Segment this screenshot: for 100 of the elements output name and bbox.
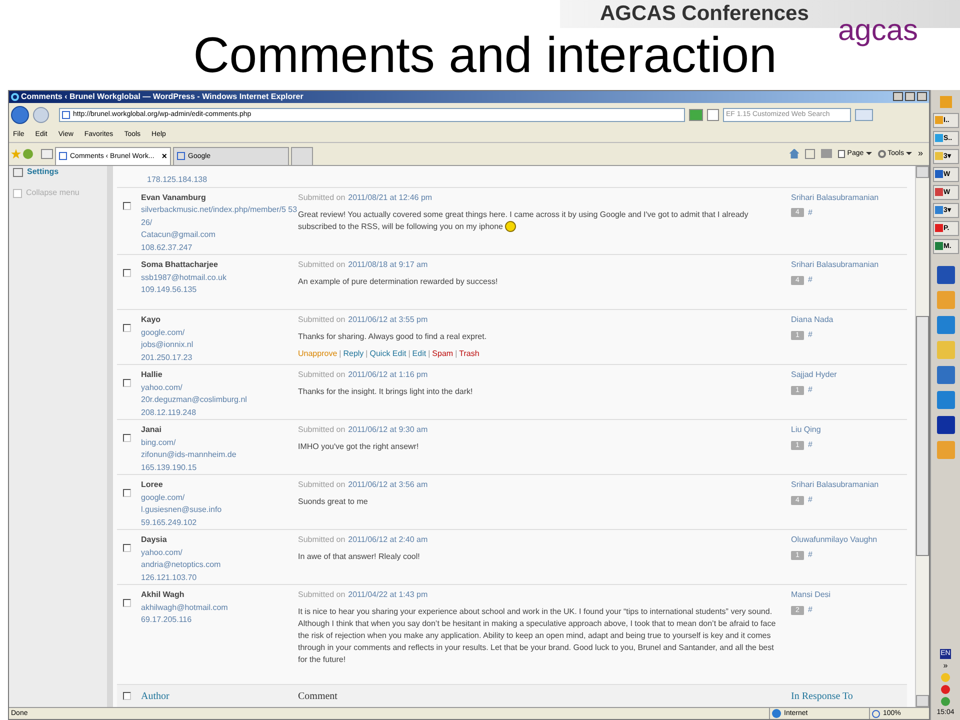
author-link[interactable]: 59.165.249.102 [141, 516, 298, 529]
author-link[interactable]: l.gusiesnen@suse.info [141, 504, 298, 516]
author-name: Daysia [141, 534, 168, 546]
checkbox[interactable] [123, 202, 131, 210]
author-link[interactable]: bing.com/ [141, 436, 298, 449]
submitted-label: Submitted on [298, 314, 346, 326]
comment-date-link[interactable]: 2011/08/18 at 9:17 am [348, 259, 428, 271]
author-link[interactable]: 126.121.103.70 [141, 572, 298, 584]
row-action-link[interactable]: Unapprove [298, 348, 338, 360]
permalink[interactable]: # [808, 274, 812, 286]
app-icon[interactable] [936, 416, 954, 434]
author-link[interactable]: google.com/ [141, 492, 298, 504]
separator: | [339, 348, 342, 360]
author-name: Hallie [141, 369, 164, 381]
permalink[interactable]: # [808, 604, 812, 616]
in-response-to-link[interactable]: Liu Qing [791, 424, 907, 436]
permalink[interactable]: # [808, 494, 812, 506]
show-hidden-icons-button[interactable]: » [943, 662, 948, 670]
permalink[interactable]: # [808, 439, 812, 451]
author-link[interactable]: 20r.deguzman@coslimburg.nl [141, 394, 298, 406]
in-response-to-link[interactable]: Mansi Desi [791, 589, 907, 601]
permalink[interactable]: # [808, 384, 812, 396]
in-response-to-link[interactable]: Diana Nada [791, 314, 907, 326]
row-action-link[interactable]: Reply [343, 348, 364, 360]
comment-date-link[interactable]: 2011/06/12 at 3:56 am [348, 479, 428, 491]
comment-date-link[interactable]: 2011/06/12 at 3:55 pm [348, 314, 428, 326]
comment-text: IMHO you've got the right ansewr! [298, 441, 420, 453]
scroll-thumb[interactable] [916, 316, 929, 556]
checkbox[interactable] [123, 434, 131, 442]
in-response-to-link[interactable]: Srihari Balasubramanian [791, 192, 907, 204]
author-link[interactable]: silverbackmusic.net/index.php/member/5 5326/ [141, 204, 298, 229]
permalink[interactable]: # [808, 549, 812, 561]
author-ip-link[interactable]: 178.125.184.138 [147, 174, 208, 184]
app-icon[interactable] [936, 266, 954, 284]
submitted-label: Submitted on [298, 479, 346, 491]
comment-text: Suonds great to me [298, 496, 369, 508]
checkbox[interactable] [123, 692, 131, 700]
author-link[interactable]: 165.139.190.15 [141, 462, 298, 474]
new-tab-button[interactable] [291, 146, 313, 164]
comment-text: Thanks for sharing. Always good to find a real expret. [298, 331, 488, 343]
checkbox[interactable] [123, 544, 131, 552]
column-header[interactable]: In Response To [791, 688, 907, 704]
comment-date-link[interactable]: 2011/06/12 at 1:16 pm [348, 369, 428, 381]
row-action-link[interactable]: Spam [432, 348, 454, 360]
in-response-to-link[interactable]: Srihari Balasubramanian [791, 479, 907, 491]
app-icon[interactable] [936, 366, 954, 384]
scroll-down-icon[interactable] [916, 695, 929, 707]
author-link[interactable]: yahoo.com/ [141, 382, 298, 394]
close-tab-button[interactable]: × [162, 152, 167, 160]
more-button[interactable]: » [918, 149, 923, 158]
scrollbar[interactable] [915, 166, 929, 707]
home-icon[interactable] [789, 148, 800, 158]
author-link[interactable]: 69.17.205.116 [141, 614, 298, 626]
comment-text: It is nice to hear you sharing your experience about school and work in the UK. I found your “tips to international students” very sound. Although I think that when you say don’t be hesitant in making a speculative approach above, I took that to mean don’t be afraid to face the risk of rejection when you make any application. Ability to keep an open mind, adapt and being true to yourself is key and it comes through in your comments and reflects in your results. Let that be your brand. Good luck to you, Brunel and Santander, and all the best for the future! [298, 606, 777, 666]
submitted-label: Submitted on [298, 534, 346, 546]
author-link[interactable]: yahoo.com/ [141, 546, 298, 559]
checkbox[interactable] [123, 324, 131, 332]
in-response-to-link[interactable]: Srihari Balasubramanian [791, 259, 907, 271]
author-name: Kayo [141, 314, 162, 326]
row-action-link[interactable]: Edit [412, 348, 426, 360]
author-link[interactable]: ssb1987@hotmail.co.uk [141, 272, 298, 284]
comment-text: In awe of that answer! Rlealy cool! [298, 551, 421, 563]
comment-date-link[interactable]: 2011/08/21 at 12:46 pm [348, 192, 432, 204]
sidebar-item[interactable]: Settings [27, 168, 59, 176]
column-header[interactable]: Author [141, 688, 298, 704]
separator: | [366, 348, 368, 360]
author-name: Janai [141, 424, 162, 436]
comment-text: Great review! You actually covered some great things here. I came across it by using Google and I've got to admit that I already subscribed to the RSS, will be following you on my iphone [298, 208, 750, 232]
author-link[interactable]: akhilwagh@hotmail.com [141, 602, 298, 614]
scroll-up-icon[interactable] [916, 166, 929, 178]
author-link[interactable]: zifonun@ids-mannheim.de [141, 449, 298, 462]
author-link[interactable]: Catacun@gmail.com [141, 229, 298, 242]
author-link[interactable]: 109.149.56.135 [141, 284, 298, 296]
in-response-to-link[interactable]: Oluwafunmilayo Vaughn [791, 534, 907, 546]
author-link[interactable]: jobs@ionnix.nl [141, 339, 298, 352]
checkbox[interactable] [123, 489, 131, 497]
submitted-label: Submitted on [298, 192, 346, 204]
author-link[interactable]: andria@netoptics.com [141, 559, 298, 572]
submitted-label: Submitted on [298, 424, 346, 436]
author-link[interactable]: 108.62.37.247 [141, 242, 298, 254]
permalink[interactable]: # [808, 206, 812, 218]
separator: | [455, 348, 458, 360]
author-link[interactable]: 208.12.119.248 [141, 406, 298, 419]
comment-date-link[interactable]: 2011/04/22 at 1:43 pm [348, 589, 428, 601]
submitted-label: Submitted on [298, 589, 346, 601]
row-action-link[interactable]: Trash [459, 348, 480, 360]
favorites-star-icon[interactable] [11, 148, 21, 158]
page-icon [177, 152, 185, 160]
comment-date-link[interactable]: 2011/06/12 at 9:30 am [348, 424, 428, 436]
submitted-label: Submitted on [298, 369, 346, 381]
checkbox[interactable] [123, 269, 131, 277]
checkbox[interactable] [123, 379, 131, 387]
author-link[interactable]: google.com/ [141, 326, 298, 339]
permalink[interactable]: # [808, 329, 812, 341]
row-action-link[interactable]: Quick Edit [370, 348, 406, 360]
in-response-to-link[interactable]: Sajjad Hyder [791, 369, 907, 381]
author-link[interactable]: 201.250.17.23 [141, 352, 298, 364]
comment-date-link[interactable]: 2011/06/12 at 2:40 am [348, 534, 428, 546]
author-name: Soma Bhattacharjee [141, 259, 219, 271]
checkbox[interactable] [123, 599, 131, 607]
